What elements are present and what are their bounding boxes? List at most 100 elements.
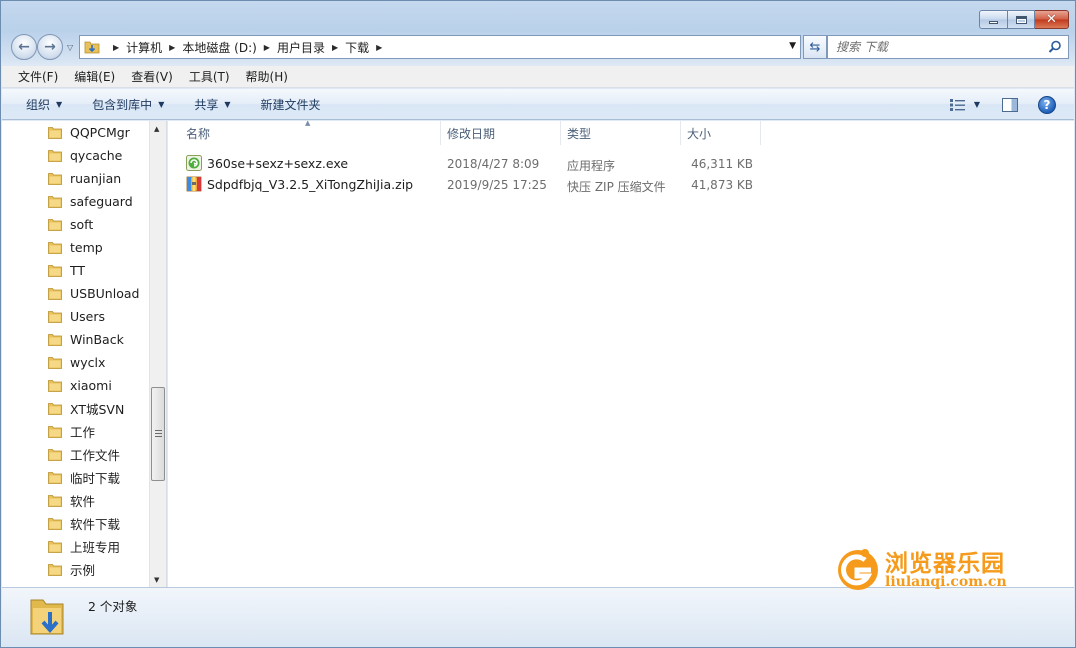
column-date-label: 修改日期 <box>447 126 496 141</box>
nav-tree-item[interactable]: ruanjian <box>48 167 121 189</box>
nav-tree-item[interactable]: qycache <box>48 144 122 166</box>
folder-icon <box>48 241 62 254</box>
nav-tree-item[interactable]: WinBack <box>48 328 124 350</box>
search-icon[interactable] <box>1048 40 1062 54</box>
breadcrumb-downloads[interactable]: 下载 <box>345 39 369 56</box>
nav-tree-item[interactable]: 临时下载 <box>48 466 120 488</box>
nav-tree-item[interactable]: xiaomi <box>48 374 112 396</box>
watermark-title: 浏览器乐园 <box>885 550 1005 577</box>
folder-icon <box>48 287 62 300</box>
nav-tree-item[interactable]: 工作 <box>48 420 95 442</box>
nav-tree-label: xiaomi <box>70 377 112 393</box>
scroll-up-icon[interactable]: ▲ <box>154 125 159 133</box>
folder-icon <box>48 517 62 530</box>
chevron-down-icon: ▼ <box>56 99 63 109</box>
file-name: Sdpdfbjq_V3.2.5_XiTongZhiJia.zip <box>207 176 414 192</box>
breadcrumb-separator-icon[interactable]: ▶ <box>376 43 382 52</box>
view-dropdown-icon[interactable]: ▼ <box>974 100 980 109</box>
nav-tree-label: wyclx <box>70 354 106 370</box>
organize-button[interactable]: 组织 ▼ <box>26 96 62 113</box>
close-button[interactable]: ✕ <box>1035 10 1069 29</box>
folder-icon <box>48 195 62 208</box>
nav-tree-label: 示例 <box>70 562 96 578</box>
column-header-name[interactable]: ▲ 名称 <box>168 119 441 145</box>
column-header-size[interactable]: 大小 <box>681 121 761 145</box>
nav-tree-item[interactable]: temp <box>48 236 103 258</box>
menu-help[interactable]: 帮助(H) <box>238 68 296 85</box>
file-type: 应用程序 <box>567 159 616 173</box>
forward-button[interactable]: → <box>37 34 63 60</box>
search-input[interactable] <box>836 40 1036 54</box>
nav-tree-item[interactable]: 软件 <box>48 489 95 511</box>
breadcrumb-separator-icon[interactable]: ▶ <box>332 43 338 52</box>
file-name-cell[interactable]: 360se+sexz+sexz.exe <box>186 155 348 171</box>
refresh-icon: ⇆ <box>809 39 821 55</box>
folder-icon <box>48 379 62 392</box>
search-box[interactable] <box>827 35 1069 59</box>
back-button[interactable]: ← <box>11 34 37 60</box>
nav-tree-item[interactable]: 上班专用 <box>48 535 120 557</box>
nav-tree-item[interactable]: 工作文件 <box>48 443 120 465</box>
nav-tree-item[interactable]: 示例 <box>48 558 95 580</box>
breadcrumb-separator-icon[interactable]: ▶ <box>264 43 270 52</box>
close-icon: ✕ <box>1046 12 1057 27</box>
nav-tree-item[interactable]: soft <box>48 213 93 235</box>
nav-tree-item[interactable]: safeguard <box>48 190 133 212</box>
new-folder-label: 新建文件夹 <box>260 97 321 112</box>
grip-icon <box>155 430 162 437</box>
arrow-right-icon: → <box>44 39 56 55</box>
watermark: 浏览器乐园 liulanqi.com.cn <box>835 544 1015 594</box>
status-bar: 2 个对象 <box>2 587 1074 647</box>
maximize-button[interactable] <box>1008 10 1035 29</box>
preview-pane-icon[interactable] <box>1002 97 1018 112</box>
breadcrumb-separator-icon[interactable]: ▶ <box>113 43 119 52</box>
menu-file[interactable]: 文件(F) <box>2 68 66 85</box>
breadcrumb-user-dir[interactable]: 用户目录 <box>277 39 325 56</box>
scroll-down-icon[interactable]: ▼ <box>154 576 159 584</box>
include-library-label: 包含到库中 <box>92 97 153 112</box>
folder-icon <box>48 218 62 231</box>
nav-tree-label: Users <box>70 308 106 324</box>
nav-tree-label: ruanjian <box>70 170 122 186</box>
file-name-cell[interactable]: Sdpdfbjq_V3.2.5_XiTongZhiJia.zip <box>186 176 413 192</box>
column-header-date[interactable]: 修改日期 <box>441 121 561 145</box>
folder-icon <box>48 126 62 139</box>
help-icon[interactable]: ? <box>1038 95 1056 114</box>
new-folder-button[interactable]: 新建文件夹 <box>261 96 321 113</box>
column-header-type[interactable]: 类型 <box>561 121 681 145</box>
file-row-zip[interactable]: Sdpdfbjq_V3.2.5_XiTongZhiJia.zip 2019/9/… <box>186 174 766 195</box>
breadcrumb-computer[interactable]: 计算机 <box>126 39 162 56</box>
nav-tree-label: temp <box>70 239 103 255</box>
menu-edit[interactable]: 编辑(E) <box>66 68 123 85</box>
nav-tree-item[interactable]: wyclx <box>48 351 105 373</box>
nav-scrollbar[interactable]: ▲ ▼ <box>149 121 166 587</box>
exe-icon <box>186 155 202 171</box>
address-bar[interactable]: ▶ 计算机 ▶ 本地磁盘 (D:) ▶ 用户目录 ▶ 下载 ▶ ▼ <box>79 35 801 59</box>
breadcrumb-drive-d[interactable]: 本地磁盘 (D:) <box>182 39 256 56</box>
refresh-button[interactable]: ⇆ <box>803 35 827 59</box>
folder-icon <box>48 264 62 277</box>
minimize-button[interactable] <box>979 10 1008 29</box>
nav-tree-label: qycache <box>70 147 123 163</box>
caption-buttons: ✕ <box>979 10 1069 29</box>
arrow-left-icon: ← <box>18 39 30 55</box>
history-dropdown-icon[interactable]: ▽ <box>67 43 73 52</box>
nav-tree-item[interactable]: Users <box>48 305 105 327</box>
nav-tree-item[interactable]: TT <box>48 259 85 281</box>
file-row-exe[interactable]: 360se+sexz+sexz.exe 2018/4/27 8:09 应用程序 … <box>186 153 766 174</box>
share-button[interactable]: 共享 ▼ <box>194 96 230 113</box>
breadcrumb-separator-icon[interactable]: ▶ <box>169 43 175 52</box>
scrollbar-thumb[interactable] <box>151 387 165 481</box>
nav-tree-item[interactable]: QQPCMgr <box>48 121 130 143</box>
menu-tools[interactable]: 工具(T) <box>181 68 238 85</box>
nav-tree-label: soft <box>70 216 94 232</box>
nav-tree-item[interactable]: XT城SVN <box>48 397 124 419</box>
nav-tree-label: 工作文件 <box>70 447 121 463</box>
folder-icon <box>48 563 62 576</box>
view-options-icon[interactable] <box>949 98 966 111</box>
include-library-button[interactable]: 包含到库中 ▼ <box>92 96 164 113</box>
address-dropdown-icon[interactable]: ▼ <box>789 41 796 51</box>
nav-tree-item[interactable]: 软件下载 <box>48 512 120 534</box>
menu-view[interactable]: 查看(V) <box>123 68 181 85</box>
nav-tree-item[interactable]: USBUnload <box>48 282 139 304</box>
